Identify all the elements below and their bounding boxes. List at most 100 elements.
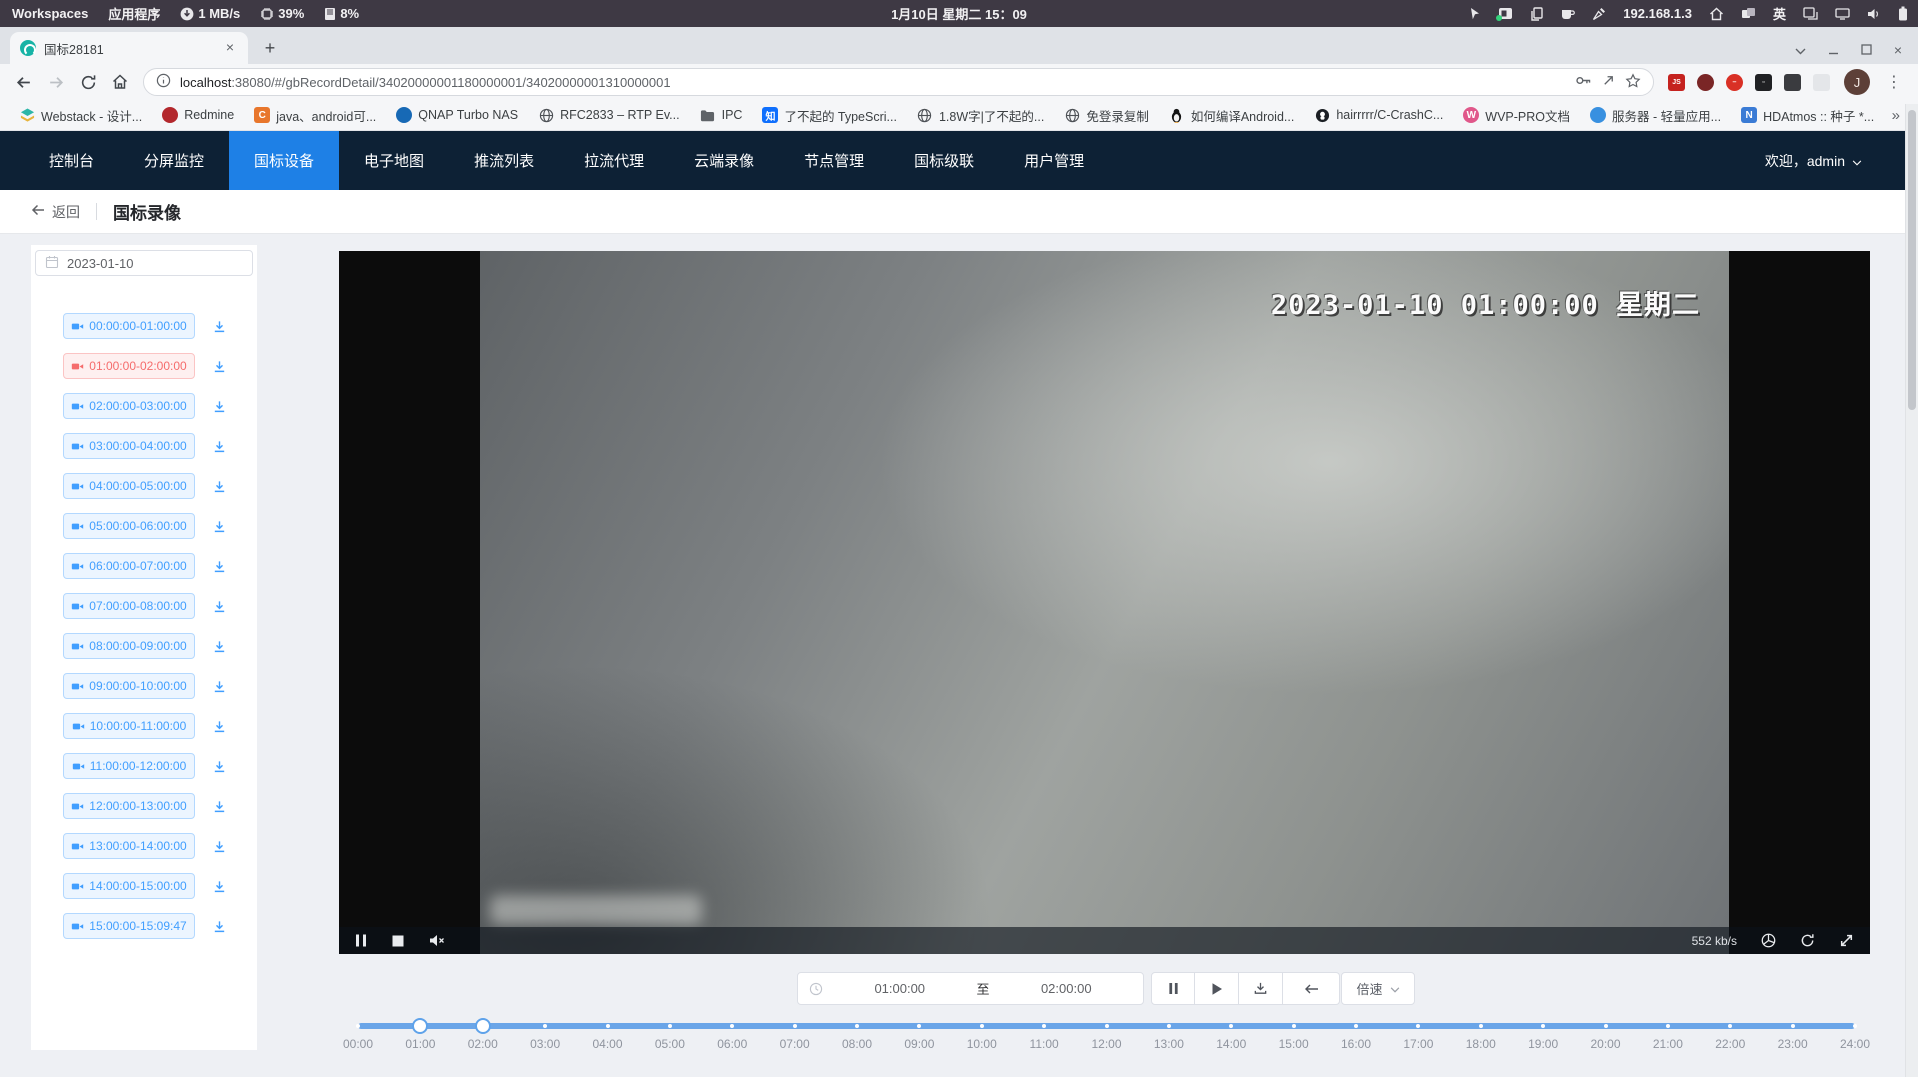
player-stop-icon[interactable] xyxy=(392,935,404,947)
pointer-icon[interactable] xyxy=(1469,7,1481,21)
segment-download-icon[interactable] xyxy=(212,599,227,614)
player-refresh-icon[interactable] xyxy=(1800,933,1815,948)
segment-download-icon[interactable] xyxy=(212,919,227,934)
segment-download-icon[interactable] xyxy=(212,759,227,774)
volume-icon[interactable] xyxy=(1867,8,1881,20)
segment-button[interactable]: 09:00:00-10:00:00 xyxy=(63,673,195,699)
nav-tab-8[interactable]: 节点管理 xyxy=(779,131,889,190)
site-info-icon[interactable] xyxy=(156,73,171,91)
nav-tab-1[interactable]: 控制台 xyxy=(24,131,119,190)
monitor-icon[interactable] xyxy=(1835,8,1850,20)
clock[interactable]: 1月10日 星期二 15：09 xyxy=(891,4,1027,23)
scrollbar-thumb[interactable] xyxy=(1908,110,1916,410)
fullscreen-icon[interactable] xyxy=(1839,933,1854,948)
segment-button[interactable]: 15:00:00-15:09:47 xyxy=(63,913,195,939)
segment-button[interactable]: 10:00:00-11:00:00 xyxy=(63,713,195,739)
segment-button[interactable]: 04:00:00-05:00:00 xyxy=(63,473,195,499)
segment-button[interactable]: 08:00:00-09:00:00 xyxy=(63,633,195,659)
clipboard-icon[interactable] xyxy=(1530,7,1543,21)
segment-button[interactable]: 12:00:00-13:00:00 xyxy=(63,793,195,819)
back-button[interactable]: 返回 xyxy=(30,202,80,222)
timeline-slider[interactable] xyxy=(358,1023,1855,1029)
nav-tab-9[interactable]: 国标级联 xyxy=(889,131,999,190)
notes-extension-icon[interactable] xyxy=(1813,74,1830,91)
bookmark-item[interactable]: IPC xyxy=(693,104,750,126)
download-button[interactable] xyxy=(1239,972,1283,1005)
user-menu[interactable]: 欢迎，admin xyxy=(1765,131,1862,190)
bookmark-star-icon[interactable] xyxy=(1625,73,1641,92)
segment-button[interactable]: 05:00:00-06:00:00 xyxy=(63,513,195,539)
share-icon[interactable] xyxy=(1601,73,1616,91)
segment-button[interactable]: 01:00:00-02:00:00 xyxy=(63,353,195,379)
tab-search-icon[interactable] xyxy=(1795,42,1806,58)
tab-close-icon[interactable]: × xyxy=(222,40,238,56)
nav-tab-3[interactable]: 国标设备 xyxy=(229,131,339,190)
nav-tab-4[interactable]: 电子地图 xyxy=(339,131,449,190)
bookmark-item[interactable]: Webstack - 设计... xyxy=(12,103,149,128)
player-pause-icon[interactable] xyxy=(355,934,367,947)
bookmark-item[interactable]: Redmine xyxy=(155,104,241,126)
speed-dropdown[interactable]: 倍速 xyxy=(1341,972,1415,1005)
workspaces-switcher-icon[interactable] xyxy=(1741,7,1756,20)
range-end-value[interactable]: 02:00:00 xyxy=(990,981,1144,996)
password-key-icon[interactable] xyxy=(1575,72,1592,92)
dark-extension-icon[interactable] xyxy=(1784,74,1801,91)
segment-download-icon[interactable] xyxy=(212,559,227,574)
segment-button[interactable]: 13:00:00-14:00:00 xyxy=(63,833,195,859)
screenshot-tool-icon[interactable] xyxy=(1498,7,1513,20)
mask-extension-icon[interactable] xyxy=(1697,74,1714,91)
bookmark-item[interactable]: 1.8W字|了不起的... xyxy=(910,103,1051,128)
segment-button[interactable]: 03:00:00-04:00:00 xyxy=(63,433,195,459)
segment-download-icon[interactable] xyxy=(212,319,227,334)
nav-tab-2[interactable]: 分屏监控 xyxy=(119,131,229,190)
pause-button[interactable] xyxy=(1151,972,1195,1005)
snapshot-aperture-icon[interactable] xyxy=(1761,933,1776,948)
segment-button[interactable]: 06:00:00-07:00:00 xyxy=(63,553,195,579)
window-close-button[interactable]: × xyxy=(1894,42,1902,58)
display-mirror-icon[interactable] xyxy=(1803,7,1818,20)
applications-button[interactable]: 应用程序 xyxy=(108,4,160,23)
segment-download-icon[interactable] xyxy=(212,879,227,894)
nav-tab-5[interactable]: 推流列表 xyxy=(449,131,559,190)
date-picker[interactable]: 2023-01-10 xyxy=(35,250,253,276)
bookmark-item[interactable]: 服务器 - 轻量应用... xyxy=(1583,103,1728,128)
js-extension-icon[interactable]: JS xyxy=(1668,74,1685,91)
segment-download-icon[interactable] xyxy=(212,439,227,454)
segment-download-icon[interactable] xyxy=(212,719,227,734)
new-tab-button[interactable]: + xyxy=(256,34,284,62)
window-maximize-button[interactable] xyxy=(1861,42,1872,58)
home-icon[interactable] xyxy=(1709,7,1724,21)
segment-button[interactable]: 14:00:00-15:00:00 xyxy=(63,873,195,899)
range-start-value[interactable]: 01:00:00 xyxy=(823,981,977,996)
bookmark-item[interactable]: QNAP Turbo NAS xyxy=(389,104,525,126)
back-icon[interactable] xyxy=(14,73,33,92)
ip-address-label[interactable]: 192.168.1.3 xyxy=(1623,6,1692,21)
bookmark-item[interactable]: Cjava、android可... xyxy=(247,103,383,128)
color-picker-icon[interactable] xyxy=(1592,7,1606,21)
bookmark-item[interactable]: 免登录复制 xyxy=(1057,103,1156,128)
seek-back-button[interactable] xyxy=(1283,972,1340,1005)
reload-icon[interactable] xyxy=(80,74,97,91)
segment-download-icon[interactable] xyxy=(212,479,227,494)
nav-tab-6[interactable]: 拉流代理 xyxy=(559,131,669,190)
segment-download-icon[interactable] xyxy=(212,639,227,654)
window-minimize-button[interactable] xyxy=(1828,42,1839,58)
bookmark-item[interactable]: hairrrrr/C-CrashC... xyxy=(1307,104,1450,126)
time-range-input[interactable]: 01:00:00 至 02:00:00 xyxy=(797,972,1144,1005)
battery-icon[interactable] xyxy=(1898,6,1908,21)
blocker-extension-icon[interactable]: – xyxy=(1726,74,1743,91)
segment-download-icon[interactable] xyxy=(212,799,227,814)
segment-button[interactable]: 11:00:00-12:00:00 xyxy=(63,753,195,779)
segment-button[interactable]: 02:00:00-03:00:00 xyxy=(63,393,195,419)
bookmark-item[interactable]: 如何编译Android... xyxy=(1162,103,1302,128)
coffee-icon[interactable] xyxy=(1560,7,1575,21)
play-button[interactable] xyxy=(1195,972,1239,1005)
segment-download-icon[interactable] xyxy=(212,359,227,374)
browser-menu-icon[interactable]: ⋮ xyxy=(1884,72,1904,92)
nav-tab-10[interactable]: 用户管理 xyxy=(999,131,1109,190)
forward-icon[interactable] xyxy=(47,73,66,92)
segment-download-icon[interactable] xyxy=(212,679,227,694)
bookmark-item[interactable]: NHDAtmos :: 种子 *... xyxy=(1734,103,1881,128)
profile-avatar[interactable]: J xyxy=(1844,69,1870,95)
player-mute-icon[interactable] xyxy=(429,934,445,947)
